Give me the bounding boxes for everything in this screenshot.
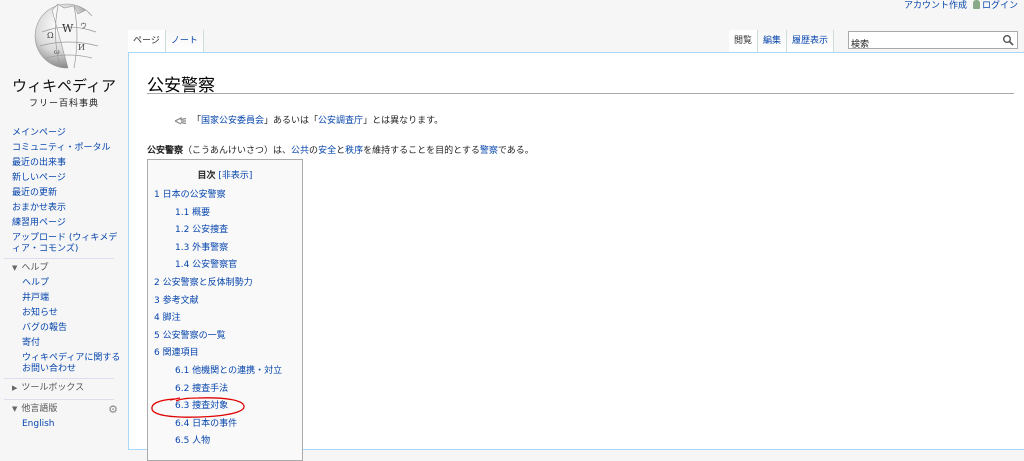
hatnote-link-national-public-safety-commission[interactable]: 国家公安委員会 [201, 116, 264, 126]
hatnote-link-public-security-intelligence-agency[interactable]: 公安調査庁 [318, 116, 363, 126]
search-icon[interactable] [1002, 34, 1014, 46]
sidebar-item-donate[interactable]: 寄付 [0, 336, 128, 351]
tab-talk[interactable]: ノート [165, 30, 204, 52]
logo-subtitle: フリー百科事典 [28, 99, 99, 109]
sidebar-item-main-page[interactable]: メインページ [0, 126, 128, 141]
toc-item[interactable]: 1.3 外事警察 [148, 240, 302, 258]
tab-read[interactable]: 閲覧 [728, 30, 758, 52]
help-heading: ヘルプ [21, 263, 49, 273]
triangle-down-icon: ▼ [12, 264, 18, 272]
sidebar-item-bug-report[interactable]: バグの報告 [0, 321, 128, 336]
sidebar-item-village-pump[interactable]: 井戸端 [0, 291, 128, 306]
sidebar-item-random[interactable]: おまかせ表示 [0, 201, 128, 216]
svg-text:W: W [62, 22, 74, 35]
toc-item[interactable]: 1.2 公安捜査 [148, 222, 302, 240]
gear-icon[interactable]: ⚙ [108, 402, 118, 417]
triangle-right-icon: ▶ [12, 384, 18, 392]
disambiguation-arrow-icon [174, 116, 187, 125]
link-police[interactable]: 警察 [480, 146, 498, 156]
link-public[interactable]: 公共 [291, 146, 309, 156]
sidebar-item-sandbox[interactable]: 練習用ページ [0, 216, 128, 231]
login-label: ログイン [981, 1, 1018, 11]
user-icon [972, 0, 980, 9]
toc-item[interactable]: 1.4 公安警察官 [148, 257, 302, 275]
toolbox-section-toggle[interactable]: ▶ ツールボックス [4, 378, 114, 396]
svg-text:ウ: ウ [80, 22, 87, 30]
sidebar-item-upload[interactable]: アップロード (ウィキメディア・コモンズ) [0, 233, 128, 255]
toc-item[interactable]: 3 参考文献 [148, 293, 302, 311]
toc-item[interactable]: 4 脚注 [148, 310, 302, 328]
svg-text:И: И [78, 43, 85, 52]
toc-header: 目次 [非表示] [148, 169, 302, 183]
sidebar: メインページ コミュニティ・ポータル 最近の出来事 新しいページ 最近の更新 お… [0, 126, 128, 432]
sidebar-item-new-pages[interactable]: 新しいページ [0, 171, 128, 186]
intro-text: の [309, 146, 319, 156]
red-circle-annotation [151, 397, 245, 418]
languages-heading: 他言語版 [21, 404, 58, 414]
link-safety[interactable]: 安全 [318, 146, 336, 156]
sidebar-item-contact[interactable]: ウィキペディアに関するお問い合わせ [0, 353, 128, 375]
hatnote-text: 」あるいは「 [264, 116, 319, 126]
svg-text:ω: ω [54, 48, 60, 56]
tab-edit[interactable]: 編集 [757, 30, 787, 52]
sidebar-item-recent-changes[interactable]: 最近の更新 [0, 186, 128, 201]
sidebar-item-help[interactable]: ヘルプ [0, 276, 128, 291]
svg-text:Ω: Ω [47, 31, 54, 40]
link-order[interactable]: 秩序 [345, 146, 363, 156]
intro-paragraph: 公安警察（こうあんけいさつ）は、公共の安全と秩序を維持することを目的とする警察で… [147, 143, 534, 156]
puzzle-globe-icon: W Ω И ω ウ [34, 3, 99, 69]
toc-item[interactable]: 6.1 他機関との連携・対立 [148, 363, 302, 381]
search-box [848, 31, 1018, 49]
hatnote-text: 「 [192, 116, 202, 126]
create-account-link[interactable]: アカウント作成 [904, 1, 967, 11]
toc-item[interactable]: 6 関連項目 [148, 345, 302, 363]
intro-text: （こうあんけいさつ）は、 [183, 146, 292, 156]
logo-title: ウィキペディア [12, 77, 116, 95]
wikipedia-logo[interactable]: W Ω И ω ウ ウィキペディア フリー百科事典 [0, 0, 128, 115]
personal-tools: アカウント作成 ログイン [898, 0, 1018, 12]
toc-item[interactable]: 1.1 概要 [148, 205, 302, 223]
content-area: 公安警察 「国家公安委員会」あるいは「公安調査庁」とは異なります。 公安警察（こ… [128, 52, 1024, 461]
login-link[interactable]: ログイン [972, 0, 1018, 11]
view-tabs: 閲覧 編集 履歴表示 [728, 30, 834, 52]
sidebar-item-lang-english[interactable]: English [0, 417, 128, 432]
intro-text: である。 [497, 146, 534, 156]
tab-page[interactable]: ページ [128, 30, 166, 52]
help-section-toggle[interactable]: ▼ ヘルプ [4, 258, 114, 276]
languages-section-toggle[interactable]: ▼ 他言語版 ⚙ [4, 399, 118, 417]
toolbox-heading: ツールボックス [21, 383, 85, 393]
toc-item[interactable]: 5 公安警察の一覧 [148, 328, 302, 346]
intro-text: を維持することを目的とする [363, 146, 480, 156]
namespace-tabs: ページ ノート [128, 30, 204, 52]
heading-divider [147, 93, 1014, 94]
toc-toggle-link[interactable]: [非表示] [218, 171, 252, 181]
sidebar-item-announcements[interactable]: お知らせ [0, 306, 128, 321]
hatnote: 「国家公安委員会」あるいは「公安調査庁」とは異なります。 [173, 113, 443, 126]
sidebar-item-community-portal[interactable]: コミュニティ・ポータル [0, 141, 128, 156]
toc-title: 目次 [197, 171, 216, 181]
toc-item[interactable]: 2 公安警察と反体制勢力 [148, 275, 302, 293]
article-term: 公安警察 [147, 146, 184, 156]
triangle-down-icon: ▼ [12, 405, 18, 413]
sidebar-item-current-events[interactable]: 最近の出来事 [0, 156, 128, 171]
intro-text: と [336, 146, 346, 156]
toc-item[interactable]: 1 日本の公安警察 [148, 187, 302, 205]
hatnote-text: 」とは異なります。 [363, 116, 444, 126]
search-input[interactable] [851, 38, 991, 49]
tab-history[interactable]: 履歴表示 [786, 30, 834, 52]
toc-item[interactable]: 6.5 人物 [148, 433, 302, 451]
